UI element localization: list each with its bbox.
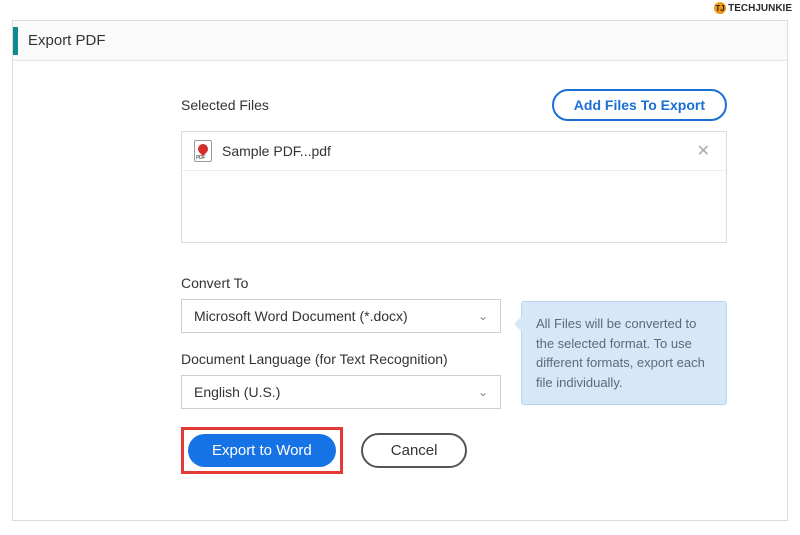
convert-fields: Convert To Microsoft Word Document (*.do… bbox=[181, 275, 501, 409]
panel-title: Export PDF bbox=[28, 32, 106, 49]
chevron-down-icon: ⌄ bbox=[478, 309, 488, 323]
export-pdf-panel: Export PDF Selected Files Add Files To E… bbox=[12, 20, 788, 521]
panel-header: Export PDF bbox=[13, 21, 787, 61]
chevron-down-icon: ⌄ bbox=[478, 385, 488, 399]
file-name: Sample PDF...pdf bbox=[222, 143, 693, 159]
selected-files-label: Selected Files bbox=[181, 97, 269, 113]
file-row[interactable]: Sample PDF...pdf ✕ bbox=[182, 132, 726, 171]
watermark: TJ TECHJUNKIE bbox=[714, 2, 792, 14]
conversion-hint-tooltip: All Files will be converted to the selec… bbox=[521, 301, 727, 405]
document-language-dropdown[interactable]: English (U.S.) ⌄ bbox=[181, 375, 501, 409]
convert-to-value: Microsoft Word Document (*.docx) bbox=[194, 308, 408, 324]
cancel-button[interactable]: Cancel bbox=[361, 433, 468, 468]
tutorial-highlight: Export to Word bbox=[181, 427, 343, 474]
remove-file-icon[interactable]: ✕ bbox=[693, 141, 714, 161]
convert-to-dropdown[interactable]: Microsoft Word Document (*.docx) ⌄ bbox=[181, 299, 501, 333]
selected-files-list: Sample PDF...pdf ✕ bbox=[181, 131, 727, 243]
watermark-text: TECHJUNKIE bbox=[728, 3, 792, 14]
accent-bar bbox=[13, 27, 18, 55]
convert-section: Convert To Microsoft Word Document (*.do… bbox=[181, 275, 727, 409]
convert-to-label: Convert To bbox=[181, 275, 501, 291]
selected-files-header-row: Selected Files Add Files To Export bbox=[181, 89, 727, 121]
add-files-button[interactable]: Add Files To Export bbox=[552, 89, 727, 121]
document-language-label: Document Language (for Text Recognition) bbox=[181, 351, 501, 367]
panel-content: Selected Files Add Files To Export Sampl… bbox=[13, 61, 787, 484]
action-buttons: Export to Word Cancel bbox=[181, 427, 727, 474]
export-to-word-button[interactable]: Export to Word bbox=[188, 434, 336, 467]
document-language-value: English (U.S.) bbox=[194, 384, 280, 400]
pdf-file-icon bbox=[194, 140, 212, 162]
watermark-icon: TJ bbox=[714, 2, 726, 14]
